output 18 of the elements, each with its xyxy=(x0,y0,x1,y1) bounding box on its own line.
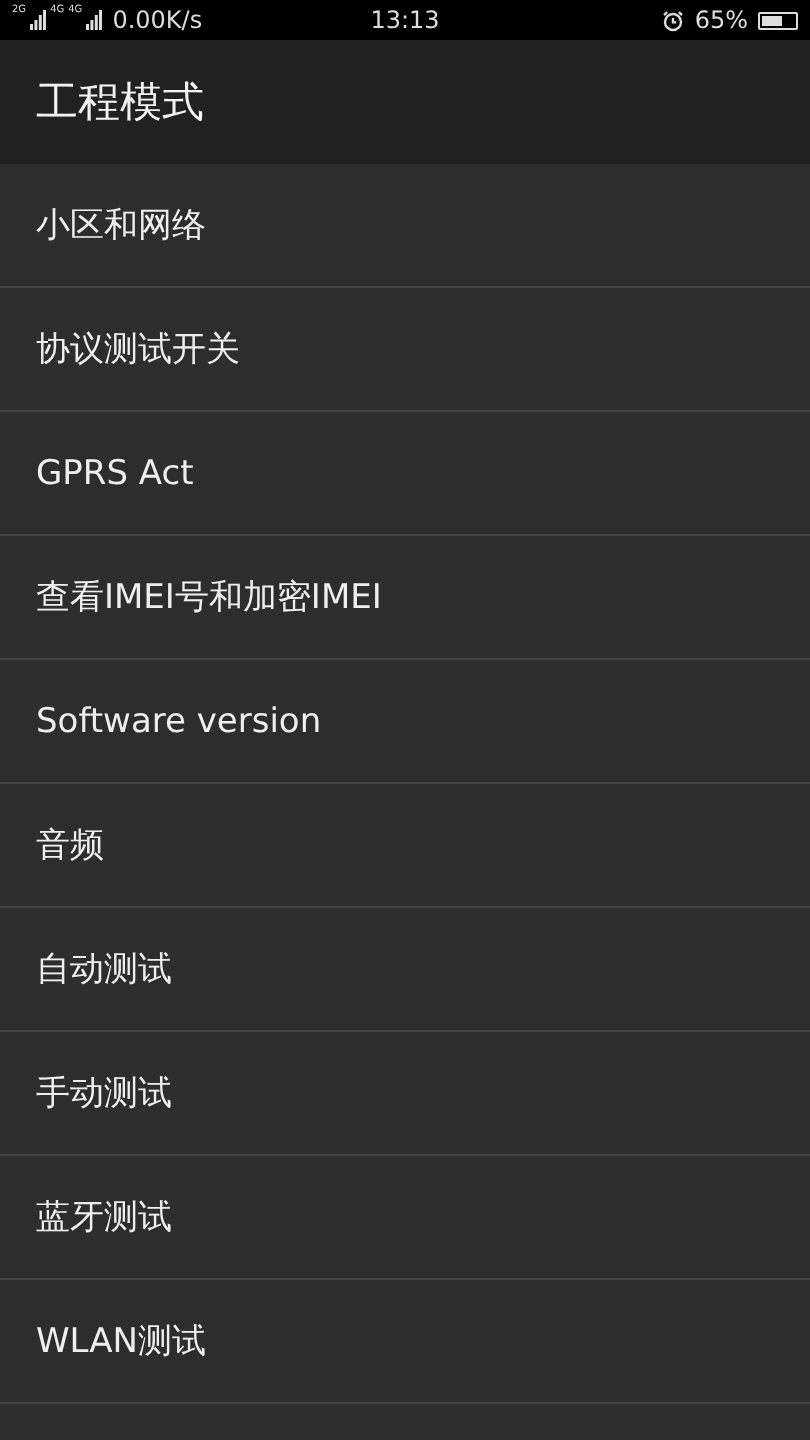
menu-item[interactable]: Software version xyxy=(0,660,810,784)
page-title: 工程模式 xyxy=(36,76,204,130)
menu-item[interactable]: 协议测试开关 xyxy=(0,288,810,412)
battery-icon xyxy=(758,11,798,29)
battery-percentage: 65% xyxy=(694,6,748,34)
menu-item[interactable]: 小区和网络 xyxy=(0,164,810,288)
menu-item[interactable]: 自动测试 xyxy=(0,908,810,1032)
alarm-icon xyxy=(662,9,685,31)
menu-item[interactable]: GPRS Act xyxy=(0,412,810,536)
network-speed: 0.00K/s xyxy=(112,6,203,34)
menu-item[interactable]: 蓝牙测试 xyxy=(0,1156,810,1280)
signal-icon xyxy=(86,10,103,30)
menu-item[interactable]: 音频 xyxy=(0,784,810,908)
signal-icon xyxy=(30,10,47,30)
menu-item[interactable]: 手动测试 xyxy=(0,1032,810,1156)
clock: 13:13 xyxy=(370,6,440,34)
menu-item[interactable]: WLAN测试 xyxy=(0,1280,810,1404)
menu-item[interactable]: 查看IMEI号和加密IMEI xyxy=(0,536,810,660)
